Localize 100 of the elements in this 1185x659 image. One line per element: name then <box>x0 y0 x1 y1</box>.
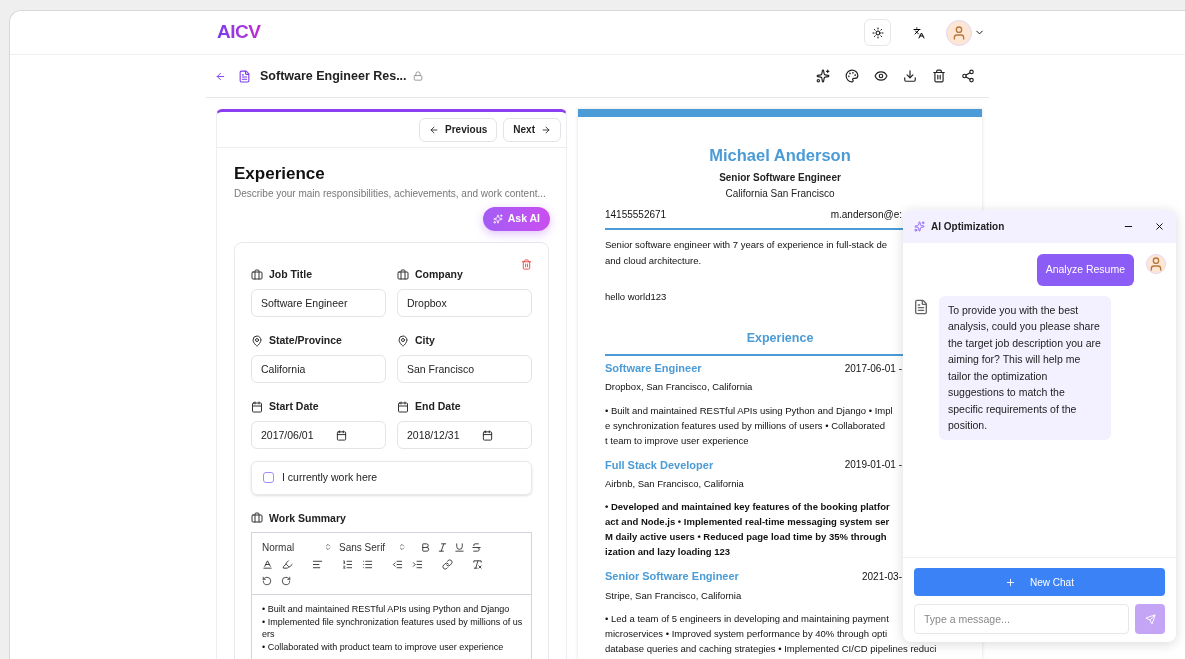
job-dates: 2021-03- <box>861 570 902 584</box>
share-button[interactable] <box>961 69 975 83</box>
resume-note: hello world123 <box>605 289 668 304</box>
rich-text-editor[interactable] <box>251 532 532 659</box>
calendar-icon <box>397 400 409 413</box>
back-button[interactable] <box>215 70 226 82</box>
eye-icon <box>874 69 888 83</box>
map-pin-icon <box>397 334 409 347</box>
clear-format-button[interactable] <box>472 558 483 570</box>
ai-button[interactable] <box>816 69 830 83</box>
close-icon <box>1154 221 1165 232</box>
person-silhouette-icon <box>951 24 967 41</box>
text-field[interactable]: Software Engineer <box>251 289 386 317</box>
job-description-line: • Built and maintained RESTful APIs using Python and Django • Impl <box>605 403 893 418</box>
download-button[interactable] <box>903 69 917 83</box>
outdent-icon <box>392 558 403 570</box>
field-label: State/Province <box>269 333 342 348</box>
job-title: Senior Software Engineer <box>605 569 739 585</box>
font-select[interactable]: Sans Serif <box>339 539 406 555</box>
text-field[interactable]: San Francisco <box>397 354 532 383</box>
field-label: City <box>415 333 435 348</box>
briefcase-icon <box>397 269 409 282</box>
preview-button[interactable] <box>874 69 888 83</box>
align-button[interactable] <box>312 558 323 570</box>
job-description-line: e synchronization features used by millions of users • Collaborated <box>605 418 886 433</box>
redo-button[interactable] <box>281 576 291 587</box>
share-icon <box>961 69 975 83</box>
translate-icon <box>912 26 925 39</box>
ask-ai-button[interactable]: Ask AI <box>482 207 550 232</box>
trash-icon <box>521 259 532 271</box>
text-color-button[interactable] <box>262 558 273 570</box>
undo-icon <box>262 576 272 587</box>
job-dates: 2019-01-01 - <box>844 458 902 473</box>
section-description: Describe your main responsibilities, achievements, and work content... <box>234 187 547 202</box>
clear-format-icon <box>472 558 483 570</box>
checkbox[interactable] <box>263 472 274 483</box>
text-field[interactable]: California <box>251 354 386 383</box>
briefcase-icon <box>251 512 263 525</box>
plus-icon <box>1005 576 1017 588</box>
highlight-button[interactable] <box>282 558 293 570</box>
user-menu-button[interactable] <box>946 19 985 46</box>
field-label: End Date <box>415 398 461 414</box>
sparkles-icon <box>816 69 830 83</box>
new-chat-button[interactable]: New Chat <box>914 568 1165 596</box>
italic-button[interactable] <box>437 541 448 553</box>
indent-button[interactable] <box>412 558 423 570</box>
theme-button[interactable] <box>845 69 859 83</box>
bullet-list-button[interactable] <box>362 558 373 570</box>
job-dates: 2017-06-01 - <box>844 361 902 376</box>
redo-icon <box>281 576 291 587</box>
indent-icon <box>412 558 423 570</box>
field-label: Work Summary <box>269 510 346 526</box>
calendar-icon <box>251 400 263 413</box>
job-place: Airbnb, San Francisco, California <box>605 477 745 491</box>
header-select[interactable]: Normal <box>262 539 332 555</box>
sun-icon <box>871 26 884 39</box>
resume-email: m.anderson@e: <box>830 207 902 222</box>
delete-button[interactable] <box>932 69 946 83</box>
summary-line: • Built and maintained RESTful APIs using Python and Django <box>262 603 511 616</box>
numbered-list-icon <box>342 558 353 570</box>
job-description-line: database queries and caching strategies • Implemented CI/CD pipelines reduci <box>605 642 937 656</box>
undo-button[interactable] <box>262 576 272 587</box>
field-label: Company <box>415 267 463 283</box>
bot-avatar-icon <box>913 297 929 316</box>
job-title: Full Stack Developer <box>605 457 714 473</box>
delete-entry-button[interactable] <box>521 259 532 271</box>
theme-toggle-button[interactable] <box>864 19 891 46</box>
date-field[interactable]: 2017/06/01 <box>251 420 386 449</box>
resume-location: California San Francisco <box>725 186 835 201</box>
checkbox-row[interactable]: I currently work here <box>251 460 532 495</box>
close-button[interactable] <box>1154 221 1165 232</box>
field-label: Job Title <box>269 267 312 283</box>
job-description-line: act and Node.js • Implemented real-time messaging system ser <box>605 515 890 530</box>
arrow-left-icon <box>429 124 440 135</box>
outdent-button[interactable] <box>392 558 403 570</box>
underline-button[interactable] <box>454 541 465 553</box>
job-description-line: M daily active users • Reduced page load time by 35% through <box>605 530 887 545</box>
ordered-list-button[interactable] <box>342 558 353 570</box>
previous-button[interactable]: Previous <box>419 117 498 142</box>
text-field[interactable]: Dropbox <box>397 289 532 317</box>
summary-line: ers <box>262 628 276 641</box>
calendar-icon[interactable] <box>336 429 347 441</box>
resume-phone: 14155552671 <box>605 207 667 222</box>
bold-icon <box>420 541 431 553</box>
summary-line: • Implemented file synchronization features used by millions of us <box>262 615 521 629</box>
briefcase-icon <box>251 269 263 282</box>
next-button[interactable]: Next <box>503 117 561 142</box>
section-title: Experience <box>234 163 326 185</box>
bold-button[interactable] <box>420 541 431 553</box>
user-message: Analyze Resume <box>1036 254 1134 286</box>
strikethrough-button[interactable] <box>471 541 482 553</box>
job-description-line: • Led a team of 5 engineers in developing and maintaining payment <box>605 612 889 626</box>
date-field[interactable]: 2018/12/31 <box>397 420 532 449</box>
document-icon <box>238 69 251 83</box>
message-input[interactable]: Type a message... <box>914 604 1129 634</box>
link-button[interactable] <box>442 558 453 570</box>
updown-icon <box>324 543 332 552</box>
calendar-icon[interactable] <box>482 429 493 441</box>
send-icon <box>1144 613 1156 625</box>
arrow-left-icon <box>215 70 226 82</box>
